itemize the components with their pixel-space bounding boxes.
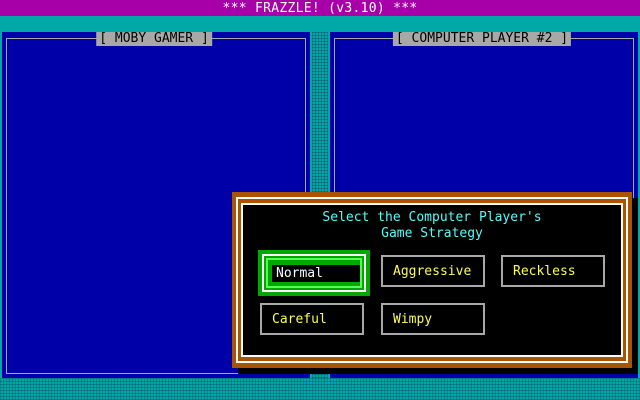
strategy-option-careful[interactable]: Careful — [260, 303, 364, 335]
strategy-option-normal-box: Normal — [262, 254, 366, 292]
dialog-title-line2: Game Strategy — [381, 226, 483, 241]
player-label-right: [ COMPUTER PLAYER #2 ] — [392, 32, 572, 46]
player-label-left: [ MOBY GAMER ] — [96, 32, 212, 46]
strategy-option-normal-label: Normal — [272, 264, 360, 282]
bottom-strip — [0, 378, 640, 400]
app-title: *** FRAZZLE! (v3.10) *** — [222, 0, 418, 16]
strategy-dialog: Select the Computer Player's Game Strate… — [232, 192, 632, 368]
strategy-option-normal[interactable]: Normal — [258, 250, 370, 296]
dialog-inner-frame: Select the Computer Player's Game Strate… — [241, 203, 623, 357]
strategy-option-aggressive[interactable]: Aggressive — [381, 255, 485, 287]
strategy-option-reckless[interactable]: Reckless — [501, 255, 605, 287]
top-strip — [0, 16, 640, 32]
strategy-option-wimpy-label: Wimpy — [393, 311, 433, 327]
strategy-option-aggressive-label: Aggressive — [393, 263, 472, 279]
strategy-option-wimpy[interactable]: Wimpy — [381, 303, 485, 335]
strategy-option-reckless-label: Reckless — [513, 263, 576, 279]
strategy-option-careful-label: Careful — [272, 311, 327, 327]
title-bar: *** FRAZZLE! (v3.10) *** — [0, 0, 640, 16]
dialog-title-line1: Select the Computer Player's — [322, 210, 542, 225]
